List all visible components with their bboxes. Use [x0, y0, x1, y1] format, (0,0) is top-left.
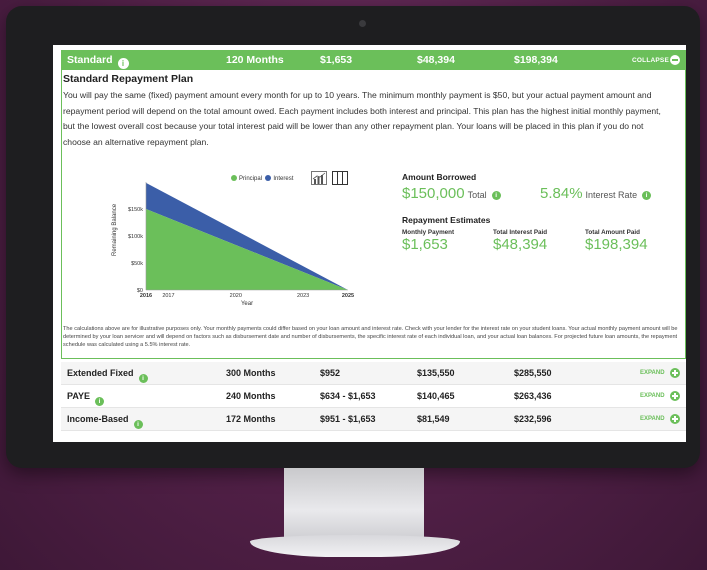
plan-total: $285,550	[514, 368, 552, 378]
expand-button[interactable]: EXPAND	[640, 416, 665, 422]
plan-monthly: $951 - $1,653	[320, 414, 376, 424]
info-icon[interactable]: i	[138, 374, 148, 383]
info-icon[interactable]: i	[95, 397, 105, 406]
plan-monthly: $1,653	[320, 54, 353, 66]
expand-button[interactable]: EXPAND	[640, 393, 665, 399]
info-icon[interactable]: i	[117, 58, 129, 69]
amount-borrowed: $150,000 Total i	[402, 185, 501, 202]
x-tick-label: 2020	[230, 293, 242, 299]
y-axis-label: Remaining Balance	[112, 203, 118, 256]
expand-button[interactable]: EXPAND	[640, 370, 665, 376]
minus-icon[interactable]	[670, 55, 680, 65]
plus-icon[interactable]	[670, 391, 680, 401]
plan-months: 172 Months	[226, 414, 276, 424]
x-tick-label: 2025	[342, 293, 354, 299]
repayment-estimates-label: Repayment Estimates	[402, 215, 491, 225]
x-tick-label: 2023	[297, 293, 309, 299]
screen: Standard i 120 Months $1,653 $48,394 $198…	[53, 45, 686, 442]
plan-interest: $140,465	[417, 391, 455, 401]
amount-value: $150,000	[402, 185, 465, 202]
rate-label: Interest Rate	[585, 190, 638, 200]
plan-interest: $135,550	[417, 368, 455, 378]
monitor-base	[250, 535, 460, 557]
info-icon[interactable]: i	[642, 191, 652, 200]
y-tick-label: $150k	[128, 207, 143, 213]
y-tick-label: $50k	[131, 261, 143, 267]
plan-monthly: $634 - $1,653	[320, 391, 376, 401]
monitor: Standard i 120 Months $1,653 $48,394 $198…	[6, 6, 700, 468]
monthly-payment-label: Monthly Payment	[402, 229, 455, 236]
monitor-stand	[284, 468, 424, 538]
info-icon[interactable]: i	[491, 191, 501, 200]
plan-row[interactable]: Income-Based i 172 Months $951 - $1,653 $…	[61, 408, 686, 431]
interest-rate: 5.84% Interest Rate i	[540, 185, 652, 202]
x-axis-label: Year	[241, 301, 253, 307]
camera-icon	[359, 20, 366, 27]
plus-icon[interactable]	[670, 414, 680, 424]
info-icon[interactable]: i	[133, 420, 143, 429]
monthly-payment-value: $1,653	[402, 236, 448, 253]
balance-chart: $0$50k$100k$150k2016 2017 2020 2023 2025 Rem…	[112, 182, 354, 307]
rate-value: 5.84%	[540, 185, 583, 202]
disclaimer-text: The calculations above are for illustrat…	[63, 326, 678, 348]
y-tick-label: $100k	[128, 234, 143, 240]
plan-months: 240 Months	[226, 391, 276, 401]
panel-title: Standard Repayment Plan	[63, 73, 194, 85]
x-tick-label: 2016	[140, 293, 152, 299]
x-tick-label: 2017	[162, 293, 174, 299]
plan-interest: $48,394	[417, 54, 455, 66]
total-label: Total	[467, 190, 487, 200]
plan-monthly: $952	[320, 368, 341, 378]
plan-name: Standard i	[67, 54, 129, 69]
plan-row[interactable]: PAYE i 240 Months $634 - $1,653 $140,465 …	[61, 385, 686, 408]
total-amount-label: Total Amount Paid	[585, 229, 640, 236]
collapse-button[interactable]: COLLAPSE	[632, 57, 669, 64]
total-amount-value: $198,394	[585, 236, 648, 253]
plan-months: 300 Months	[226, 368, 276, 378]
plan-name: Extended Fixed i	[67, 368, 148, 383]
total-interest-label: Total Interest Paid	[493, 229, 548, 236]
total-interest-value: $48,394	[493, 236, 548, 253]
plan-total: $232,596	[514, 414, 552, 424]
amount-borrowed-label: Amount Borrowed	[402, 172, 477, 182]
plan-months: 120 Months	[226, 54, 284, 66]
plus-icon[interactable]	[670, 368, 680, 378]
plan-interest: $81,549	[417, 414, 450, 424]
plan-row[interactable]: Extended Fixed i 300 Months $952 $135,550…	[61, 362, 686, 385]
plan-name: Income-Based i	[67, 414, 143, 429]
plan-name: PAYE i	[67, 391, 105, 406]
plan-header-standard[interactable]: Standard i 120 Months $1,653 $48,394 $198…	[61, 50, 686, 70]
plan-total: $263,436	[514, 391, 552, 401]
plan-total: $198,394	[514, 54, 558, 66]
panel-description: You will pay the same (fixed) payment am…	[63, 90, 661, 147]
